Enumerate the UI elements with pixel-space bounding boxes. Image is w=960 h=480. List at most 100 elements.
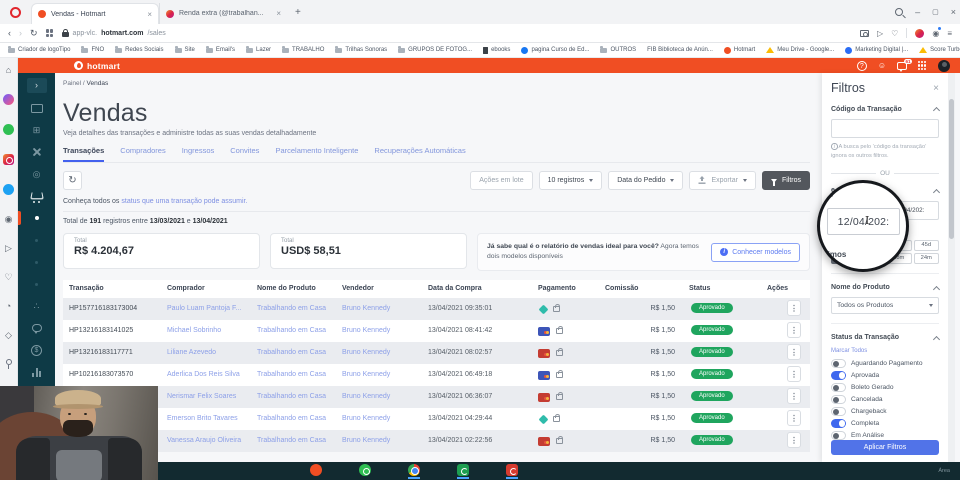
browser-tab[interactable]: Vendas - Hotmart× <box>31 3 159 24</box>
feedback-smiley-icon[interactable]: ☺ <box>878 61 886 71</box>
product-link[interactable]: Trabalhando em Casa <box>251 320 336 342</box>
flow-icon[interactable]: ▷ <box>877 29 883 38</box>
tab-close-icon[interactable]: × <box>276 9 281 18</box>
collapse-chevron-icon[interactable] <box>933 189 940 196</box>
row-actions-button[interactable]: ⋮ <box>787 366 801 382</box>
bulk-actions-button[interactable]: Ações em lote <box>470 171 532 190</box>
bookmark-item[interactable]: FNO <box>81 47 104 53</box>
new-tab-button[interactable]: + <box>295 7 301 18</box>
buyer-link[interactable]: Aderlica Dos Reis Silva <box>161 364 251 386</box>
table-row[interactable]: HP157716183173004Paulo Luam Pantoja F...… <box>63 298 810 320</box>
table-row[interactable]: HP13216183117771Liliane AzevedoTrabalhan… <box>63 342 810 364</box>
bookmarks-icon[interactable]: ♡ <box>4 272 12 282</box>
refresh-button[interactable]: ↻ <box>63 171 82 190</box>
flow-send-icon[interactable]: ▷ <box>5 243 12 253</box>
magnified-date-input[interactable]: 12/04/202: <box>827 208 900 235</box>
toggle-switch[interactable] <box>831 407 846 416</box>
taskbar-app[interactable] <box>310 464 322 479</box>
sidebar-item-sales[interactable] <box>18 185 55 207</box>
buyer-link[interactable]: Vanessa Araujo Oliveira <box>161 430 251 452</box>
pinboard-icon[interactable] <box>6 359 12 365</box>
bookmark-item[interactable]: Meu Drive - Google... <box>766 47 834 53</box>
bookmark-item[interactable]: Trilhas Sonoras <box>335 47 387 53</box>
sidebar-item-messages[interactable] <box>18 317 55 339</box>
status-info-link[interactable]: status que uma transação pode assumir. <box>121 198 247 205</box>
status-toggle-row[interactable]: Aprovada <box>831 370 939 382</box>
minimize-button[interactable]: – <box>915 7 920 17</box>
bookmark-item[interactable]: GRUPOS DE FOTOG... <box>398 47 472 53</box>
toggle-switch[interactable] <box>831 419 846 428</box>
product-link[interactable]: Trabalhando em Casa <box>251 386 336 408</box>
messenger-icon[interactable] <box>3 94 14 105</box>
select-all-link[interactable]: Marcar Todos <box>831 348 939 354</box>
seller-link[interactable]: Bruno Kennedy <box>336 342 422 364</box>
bookmark-item[interactable]: ebooks <box>483 47 510 54</box>
bookmark-item[interactable]: pagina Curso de Ed... <box>521 47 589 54</box>
status-toggle-row[interactable]: Chargeback <box>831 406 939 418</box>
row-actions-button[interactable]: ⋮ <box>787 322 801 338</box>
bookmark-item[interactable]: OUTROS <box>600 47 636 53</box>
whatsapp-icon[interactable] <box>3 124 14 135</box>
bookmark-item[interactable]: Site <box>175 47 195 53</box>
sidebar-expand-button[interactable]: › <box>27 78 47 93</box>
buyer-link[interactable]: Michael Sobrinho <box>161 320 251 342</box>
whatsapp-icon[interactable] <box>359 464 371 476</box>
sidebar-item-tools[interactable] <box>18 141 55 163</box>
toggle-switch[interactable] <box>831 359 846 368</box>
apps-grid-icon[interactable] <box>918 61 927 70</box>
date-field-dropdown[interactable]: Data do Pedido <box>608 171 683 190</box>
close-button[interactable]: × <box>951 7 956 17</box>
row-actions-button[interactable]: ⋮ <box>787 344 801 360</box>
collapse-chevron-icon[interactable] <box>933 286 940 293</box>
filters-button[interactable]: Filtros <box>762 171 810 190</box>
browser-search-icon[interactable] <box>895 8 903 16</box>
collapse-chevron-icon[interactable] <box>933 336 940 343</box>
seller-link[interactable]: Bruno Kennedy <box>336 364 422 386</box>
table-row[interactable]: 32913757Vanessa Araujo OliveiraTrabalhan… <box>63 430 810 452</box>
hotmart-logo[interactable]: hotmart <box>74 61 120 71</box>
status-toggle-row[interactable]: Aguardando Pagamento <box>831 358 939 370</box>
status-toggle-row[interactable]: Cancelada <box>831 394 939 406</box>
sidebar-subitem-active[interactable] <box>18 207 55 229</box>
toggle-switch[interactable] <box>831 383 846 392</box>
range-24m-button[interactable]: 24m <box>914 253 940 264</box>
tab-parcelamento-inteligente[interactable]: Parcelamento Inteligente <box>275 146 358 162</box>
table-row[interactable]: 33065668Nerismar Felix SoaresTrabalhando… <box>63 386 810 408</box>
bookmark-item[interactable]: Criador de logoTipo <box>8 47 70 53</box>
app-green-icon[interactable] <box>457 464 469 476</box>
sidebar-setup-icon[interactable]: ≡ <box>947 29 952 38</box>
taskbar-app[interactable] <box>408 464 420 479</box>
row-actions-button[interactable]: ⋮ <box>787 410 801 426</box>
export-button[interactable]: Exportar <box>689 171 755 190</box>
sidebar-item-affiliates[interactable]: ∴ <box>18 295 55 317</box>
know-models-button[interactable]: iConhecer modelos <box>711 243 800 262</box>
bookmark-heart-icon[interactable]: ♡ <box>891 29 898 38</box>
bookmark-item[interactable]: Lazer <box>246 47 271 53</box>
taskbar-app[interactable] <box>457 464 469 479</box>
records-per-page-dropdown[interactable]: 10 registros <box>539 171 603 190</box>
row-actions-button[interactable]: ⋮ <box>787 300 801 316</box>
player-icon[interactable]: ◉ <box>5 214 13 224</box>
sidebar-subitem[interactable] <box>18 251 55 273</box>
sidebar-item-reports[interactable] <box>18 361 55 383</box>
transaction-code-input[interactable] <box>831 119 939 138</box>
profile-icon[interactable]: ◉ <box>932 29 939 38</box>
bookmark-item[interactable]: Redes Sociais <box>115 47 163 53</box>
history-icon[interactable]: ◔ <box>6 301 11 311</box>
status-toggle-row[interactable]: Boleto Gerado <box>831 382 939 394</box>
row-actions-button[interactable]: ⋮ <box>787 432 801 448</box>
sidebar-subitem[interactable] <box>18 229 55 251</box>
tab-ingressos[interactable]: Ingressos <box>182 146 215 162</box>
collapse-chevron-icon[interactable] <box>933 107 940 114</box>
chat-icon[interactable]: 61 <box>897 62 907 70</box>
sidebar-item-dashboard[interactable]: ⊞ <box>18 119 55 141</box>
app-orange-icon[interactable] <box>310 464 322 476</box>
toggle-switch[interactable] <box>831 371 846 380</box>
sidebar-item-media[interactable] <box>18 97 55 119</box>
toggle-switch[interactable] <box>831 395 846 404</box>
browser-tab[interactable]: Renda extra (@trabalhan...× <box>159 3 287 24</box>
seller-link[interactable]: Bruno Kennedy <box>336 298 422 320</box>
product-link[interactable]: Trabalhando em Casa <box>251 408 336 430</box>
taskbar-app[interactable] <box>359 464 371 479</box>
apply-filters-button[interactable]: Aplicar Filtros <box>831 440 939 455</box>
